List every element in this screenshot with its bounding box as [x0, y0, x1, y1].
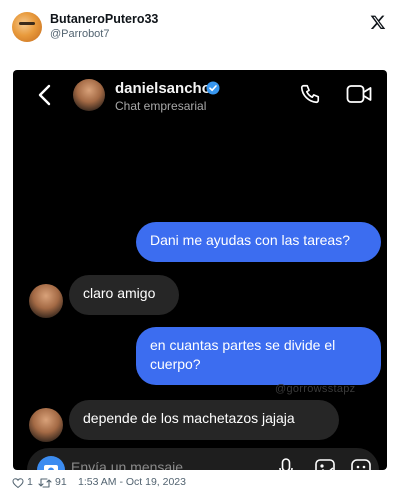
contact-avatar-small — [29, 284, 63, 318]
like-count: 1 — [27, 476, 33, 488]
microphone-icon[interactable] — [279, 458, 293, 470]
message-bubble-outgoing[interactable]: en cuantas partes se divide el cuerpo? — [136, 327, 381, 385]
verified-badge-icon — [206, 81, 220, 95]
dm-screenshot[interactable]: danielsancho Chat empresarial Dani me ay… — [13, 70, 387, 470]
sticker-icon[interactable] — [351, 459, 371, 470]
retweet-icon[interactable] — [38, 477, 52, 489]
tweet-author-name[interactable]: ButaneroPutero33 — [50, 12, 158, 26]
contact-subtitle: Chat empresarial — [115, 99, 207, 113]
watermark: @gorrowsstapz — [275, 383, 356, 395]
message-input-bar[interactable]: Envía un mensaje... — [27, 448, 379, 470]
video-call-icon[interactable] — [346, 84, 372, 104]
tweet-header: ButaneroPutero33 @Parrobot7 — [12, 10, 388, 46]
message-bubble-incoming[interactable]: claro amigo — [69, 275, 179, 315]
contact-avatar[interactable] — [73, 79, 105, 111]
message-input[interactable]: Envía un mensaje... — [71, 459, 195, 470]
tweet-footer: 1 91 1:53 AM - Oct 19, 2023 — [12, 476, 388, 492]
gallery-icon[interactable] — [315, 459, 335, 470]
phone-call-icon[interactable] — [299, 82, 321, 106]
camera-button[interactable] — [37, 456, 65, 470]
tweet-author-handle[interactable]: @Parrobot7 — [50, 28, 109, 40]
back-arrow-icon[interactable] — [37, 84, 51, 106]
message-bubble-outgoing[interactable]: Dani me ayudas con las tareas? — [136, 222, 381, 262]
camera-icon — [44, 465, 58, 470]
retweet-count: 91 — [55, 476, 67, 488]
dm-topbar: danielsancho Chat empresarial — [13, 70, 387, 122]
message-bubble-incoming[interactable]: depende de los machetazos jajaja — [69, 400, 339, 440]
heart-icon[interactable] — [12, 477, 24, 489]
contact-avatar-small — [29, 408, 63, 442]
contact-name[interactable]: danielsancho — [115, 80, 211, 97]
tweet-timestamp[interactable]: 1:53 AM - Oct 19, 2023 — [78, 476, 186, 488]
tweet-author-avatar[interactable] — [12, 12, 42, 42]
x-logo-icon[interactable] — [370, 14, 386, 30]
